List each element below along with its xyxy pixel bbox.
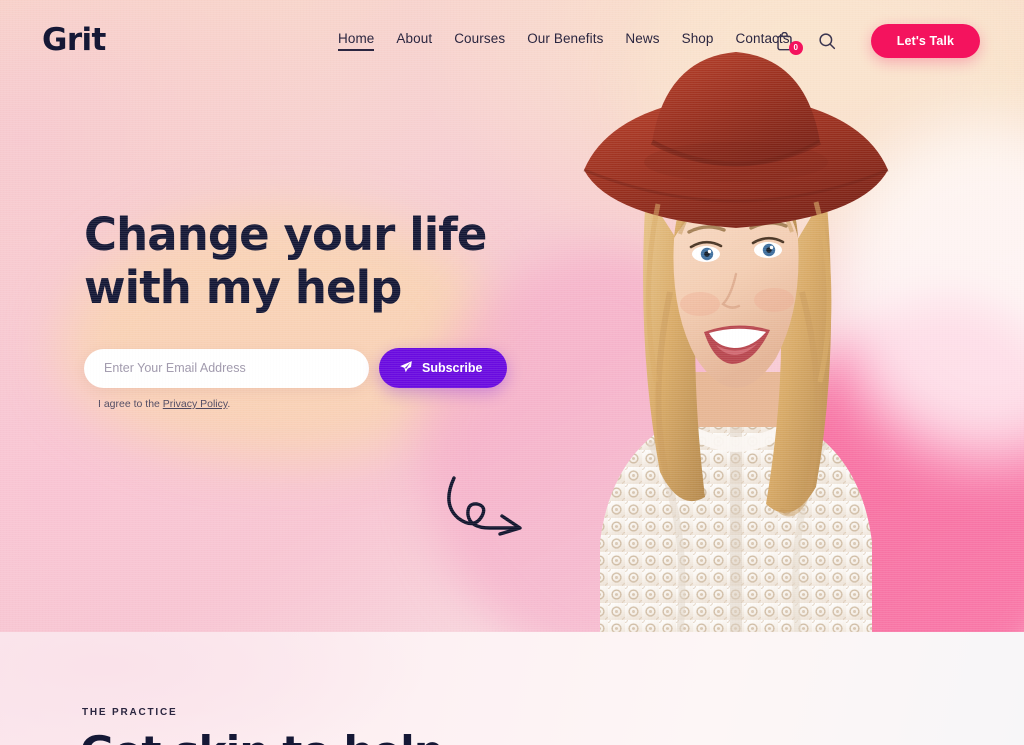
subscribe-button-label: Subscribe — [422, 361, 483, 375]
hero-photo — [540, 42, 930, 632]
cart-bag-icon[interactable]: 0 — [773, 26, 803, 56]
nav-item-our-benefits[interactable]: Our Benefits — [527, 31, 603, 51]
privacy-policy-link[interactable]: Privacy Policy — [163, 398, 228, 410]
nav-item-courses[interactable]: Courses — [454, 31, 505, 51]
subscribe-form: Subscribe — [84, 348, 508, 388]
privacy-consent-prefix: I agree to the — [98, 398, 163, 410]
hero-headline: Change your life with my help — [84, 208, 554, 314]
privacy-consent-text: I agree to the Privacy Policy. — [98, 398, 230, 410]
brand-logo[interactable]: Grit — [42, 22, 106, 58]
curly-arrow-right-icon — [440, 470, 536, 545]
email-input[interactable] — [84, 348, 369, 388]
cart-count-badge: 0 — [788, 41, 803, 55]
site-header: Grit Home About Courses Our Benefits New… — [0, 0, 1024, 80]
hero-headline-line-2: with my help — [84, 261, 402, 314]
subscribe-button[interactable]: Subscribe — [379, 348, 508, 388]
nav-item-news[interactable]: News — [625, 31, 659, 51]
hero-headline-line-1: Change your life — [84, 208, 487, 261]
page-root: Change your life with my help Subscribe … — [0, 0, 1024, 745]
nav-item-about[interactable]: About — [396, 31, 432, 51]
practice-eyebrow: THE PRACTICE — [82, 707, 178, 718]
header-actions: 0 Let's Talk — [773, 24, 980, 58]
main-navigation: Home About Courses Our Benefits News Sho… — [338, 31, 790, 51]
hero-section: Change your life with my help Subscribe … — [0, 0, 1024, 632]
privacy-consent-suffix: . — [227, 398, 231, 410]
paper-plane-icon — [399, 360, 413, 377]
practice-heading: Get skin to help — [80, 727, 444, 745]
nav-item-home[interactable]: Home — [338, 31, 375, 51]
nav-item-shop[interactable]: Shop — [682, 31, 714, 51]
hero-copy: Change your life with my help — [84, 208, 554, 314]
lets-talk-button[interactable]: Let's Talk — [870, 24, 980, 58]
search-icon[interactable] — [815, 26, 839, 56]
